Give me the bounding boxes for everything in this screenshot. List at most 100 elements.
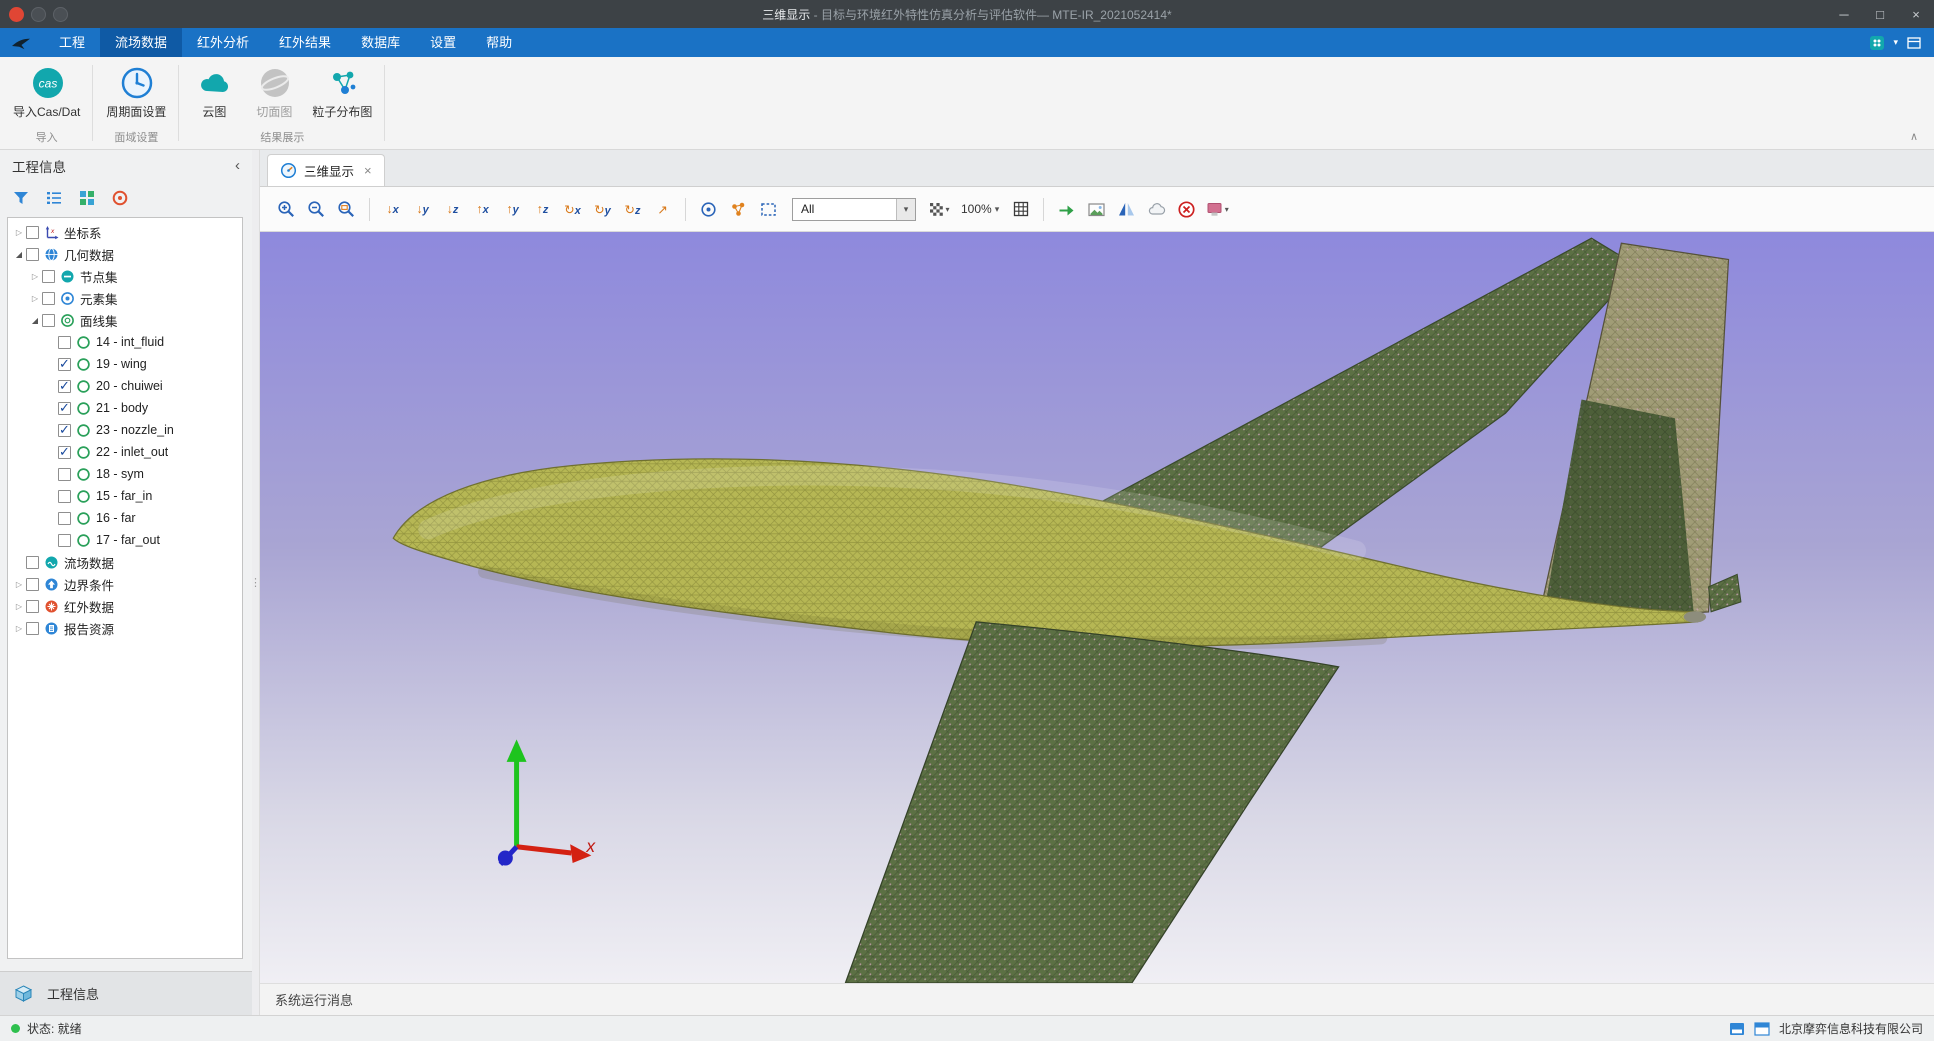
- expand-arrow-icon[interactable]: ▷: [12, 580, 26, 589]
- tree-item-surface-22-inlet-out[interactable]: 22 - inlet_out: [8, 441, 242, 463]
- tree-item-surface-20-chuiwei[interactable]: 20 - chuiwei: [8, 375, 242, 397]
- checkbox[interactable]: [58, 358, 71, 371]
- particles-icon[interactable]: [725, 196, 752, 223]
- remove-icon[interactable]: [1173, 196, 1200, 223]
- zoom-in-icon[interactable]: [273, 196, 300, 223]
- rotate-z-icon[interactable]: ↻z: [619, 196, 646, 223]
- view-y-up-icon[interactable]: ↑y: [499, 196, 526, 223]
- tree-item-surface-14-int-fluid[interactable]: 14 - int_fluid: [8, 331, 242, 353]
- smooth-cloud-icon[interactable]: [1143, 196, 1170, 223]
- titlebar-tool-icon-2[interactable]: [53, 7, 68, 22]
- maximize-button[interactable]: □: [1862, 0, 1898, 28]
- tree-item-surface-15-far-in[interactable]: 15 - far_in: [8, 485, 242, 507]
- view-z-down-icon[interactable]: ↓z: [439, 196, 466, 223]
- zoom-window-icon[interactable]: [333, 196, 360, 223]
- expand-arrow-icon[interactable]: ▷: [28, 294, 42, 303]
- menu-tab-ir-analysis[interactable]: 红外分析: [182, 28, 264, 57]
- probe-icon[interactable]: [695, 196, 722, 223]
- view-x-down-icon[interactable]: ↓x: [379, 196, 406, 223]
- aircraft-nozzle[interactable]: [1684, 611, 1706, 622]
- checkbox[interactable]: [58, 380, 71, 393]
- close-button[interactable]: ×: [1898, 0, 1934, 28]
- ribbon-collapse-icon[interactable]: ∧: [1910, 130, 1918, 143]
- checkbox[interactable]: [26, 600, 39, 613]
- mirror-icon[interactable]: [1113, 196, 1140, 223]
- view-z-up-icon[interactable]: ↑z: [529, 196, 556, 223]
- ribbon-button-particle-distribution[interactable]: 粒子分布图: [305, 62, 379, 120]
- appearance-icon[interactable]: ▾: [1203, 196, 1230, 223]
- checkbox[interactable]: [26, 622, 39, 635]
- expand-arrow-icon[interactable]: ▷: [12, 228, 26, 237]
- tree-item-surface-18-sym[interactable]: 18 - sym: [8, 463, 242, 485]
- menubar-dropdown-icon[interactable]: ▾: [1893, 37, 1898, 48]
- tree-list-icon[interactable]: [45, 189, 63, 207]
- iso-view-icon[interactable]: ↗: [649, 196, 676, 223]
- tree-item-coordinate-system[interactable]: ▷x坐标系: [8, 221, 242, 243]
- menu-tab-help[interactable]: 帮助: [471, 28, 527, 57]
- tree-item-boundary-conditions[interactable]: ▷边界条件: [8, 573, 242, 595]
- checkbox[interactable]: [58, 424, 71, 437]
- rotate-x-icon[interactable]: ↻x: [559, 196, 586, 223]
- checkbox[interactable]: [58, 402, 71, 415]
- zoom-out-icon[interactable]: [303, 196, 330, 223]
- checkbox[interactable]: [58, 468, 71, 481]
- expand-arrow-icon[interactable]: ▷: [28, 272, 42, 281]
- tree-item-flow-field-data[interactable]: 流场数据: [8, 551, 242, 573]
- tree-item-node-set[interactable]: ▷节点集: [8, 265, 242, 287]
- checkbox[interactable]: [58, 336, 71, 349]
- view-y-down-icon[interactable]: ↓y: [409, 196, 436, 223]
- tree-item-surface-19-wing[interactable]: 19 - wing: [8, 353, 242, 375]
- grid-icon[interactable]: [1007, 196, 1034, 223]
- checkbox[interactable]: [58, 534, 71, 547]
- checkbox[interactable]: [58, 446, 71, 459]
- scene-canvas[interactable]: x: [260, 232, 1934, 983]
- grid-view-icon[interactable]: [78, 189, 96, 207]
- collapse-arrow-icon[interactable]: ◢: [28, 316, 42, 325]
- checkbox[interactable]: [58, 512, 71, 525]
- ribbon-button-cloud-contour[interactable]: 云图: [185, 62, 243, 120]
- checkbox[interactable]: [58, 490, 71, 503]
- menu-tab-ir-results[interactable]: 红外结果: [264, 28, 346, 57]
- tree-item-surface-23-nozzle-in[interactable]: 23 - nozzle_in: [8, 419, 242, 441]
- panel-splitter[interactable]: ⋮: [252, 150, 260, 1015]
- menu-tab-flow-field-data[interactable]: 流场数据: [100, 28, 182, 57]
- checkbox[interactable]: [42, 270, 55, 283]
- project-info-bottom-tab[interactable]: 工程信息: [0, 971, 252, 1015]
- tree-item-infrared-data[interactable]: ▷红外数据: [8, 595, 242, 617]
- box-select-icon[interactable]: [755, 196, 782, 223]
- combo-arrow-icon[interactable]: ▾: [896, 199, 915, 220]
- viewport-3d[interactable]: x: [260, 232, 1934, 983]
- tree-item-report-resources[interactable]: ▷报告资源: [8, 617, 242, 639]
- expand-arrow-icon[interactable]: ▷: [12, 624, 26, 633]
- export-icon[interactable]: [1053, 196, 1080, 223]
- minimize-button[interactable]: ─: [1826, 0, 1862, 28]
- tree-item-surface-17-far-out[interactable]: 17 - far_out: [8, 529, 242, 551]
- tree-item-surface-16-far[interactable]: 16 - far: [8, 507, 242, 529]
- display-filter-combo[interactable]: All▾: [792, 198, 916, 221]
- checkbox[interactable]: [26, 248, 39, 261]
- checkbox[interactable]: [42, 292, 55, 305]
- tree-item-surface-21-body[interactable]: 21 - body: [8, 397, 242, 419]
- menu-tab-settings[interactable]: 设置: [415, 28, 471, 57]
- tree-item-face-set[interactable]: ◢面线集: [8, 309, 242, 331]
- workspace-icon[interactable]: [1906, 35, 1922, 51]
- rotate-y-icon[interactable]: ↻y: [589, 196, 616, 223]
- tab-close-icon[interactable]: ×: [364, 163, 372, 178]
- tree-item-geometry-data[interactable]: ◢几何数据: [8, 243, 242, 265]
- filter-icon[interactable]: [12, 189, 30, 207]
- pattern-icon[interactable]: ▾: [926, 196, 953, 223]
- checkbox[interactable]: [26, 578, 39, 591]
- zoom-level-combo[interactable]: 100%▾: [956, 202, 1004, 216]
- checkbox[interactable]: [42, 314, 55, 327]
- ribbon-button-periodic-face-setting[interactable]: 周期面设置: [99, 62, 173, 120]
- collapse-arrow-icon[interactable]: ◢: [12, 250, 26, 259]
- tree-item-element-set[interactable]: ▷元素集: [8, 287, 242, 309]
- checkbox[interactable]: [26, 226, 39, 239]
- panel-collapse-icon[interactable]: ‹: [235, 158, 240, 173]
- document-tab-3d-view[interactable]: 三维显示 ×: [267, 154, 385, 186]
- locate-icon[interactable]: [111, 189, 129, 207]
- snapshot-icon[interactable]: [1083, 196, 1110, 223]
- menu-tab-database[interactable]: 数据库: [346, 28, 415, 57]
- menu-tab-engineering[interactable]: 工程: [44, 28, 100, 57]
- titlebar-tool-icon-1[interactable]: [31, 7, 46, 22]
